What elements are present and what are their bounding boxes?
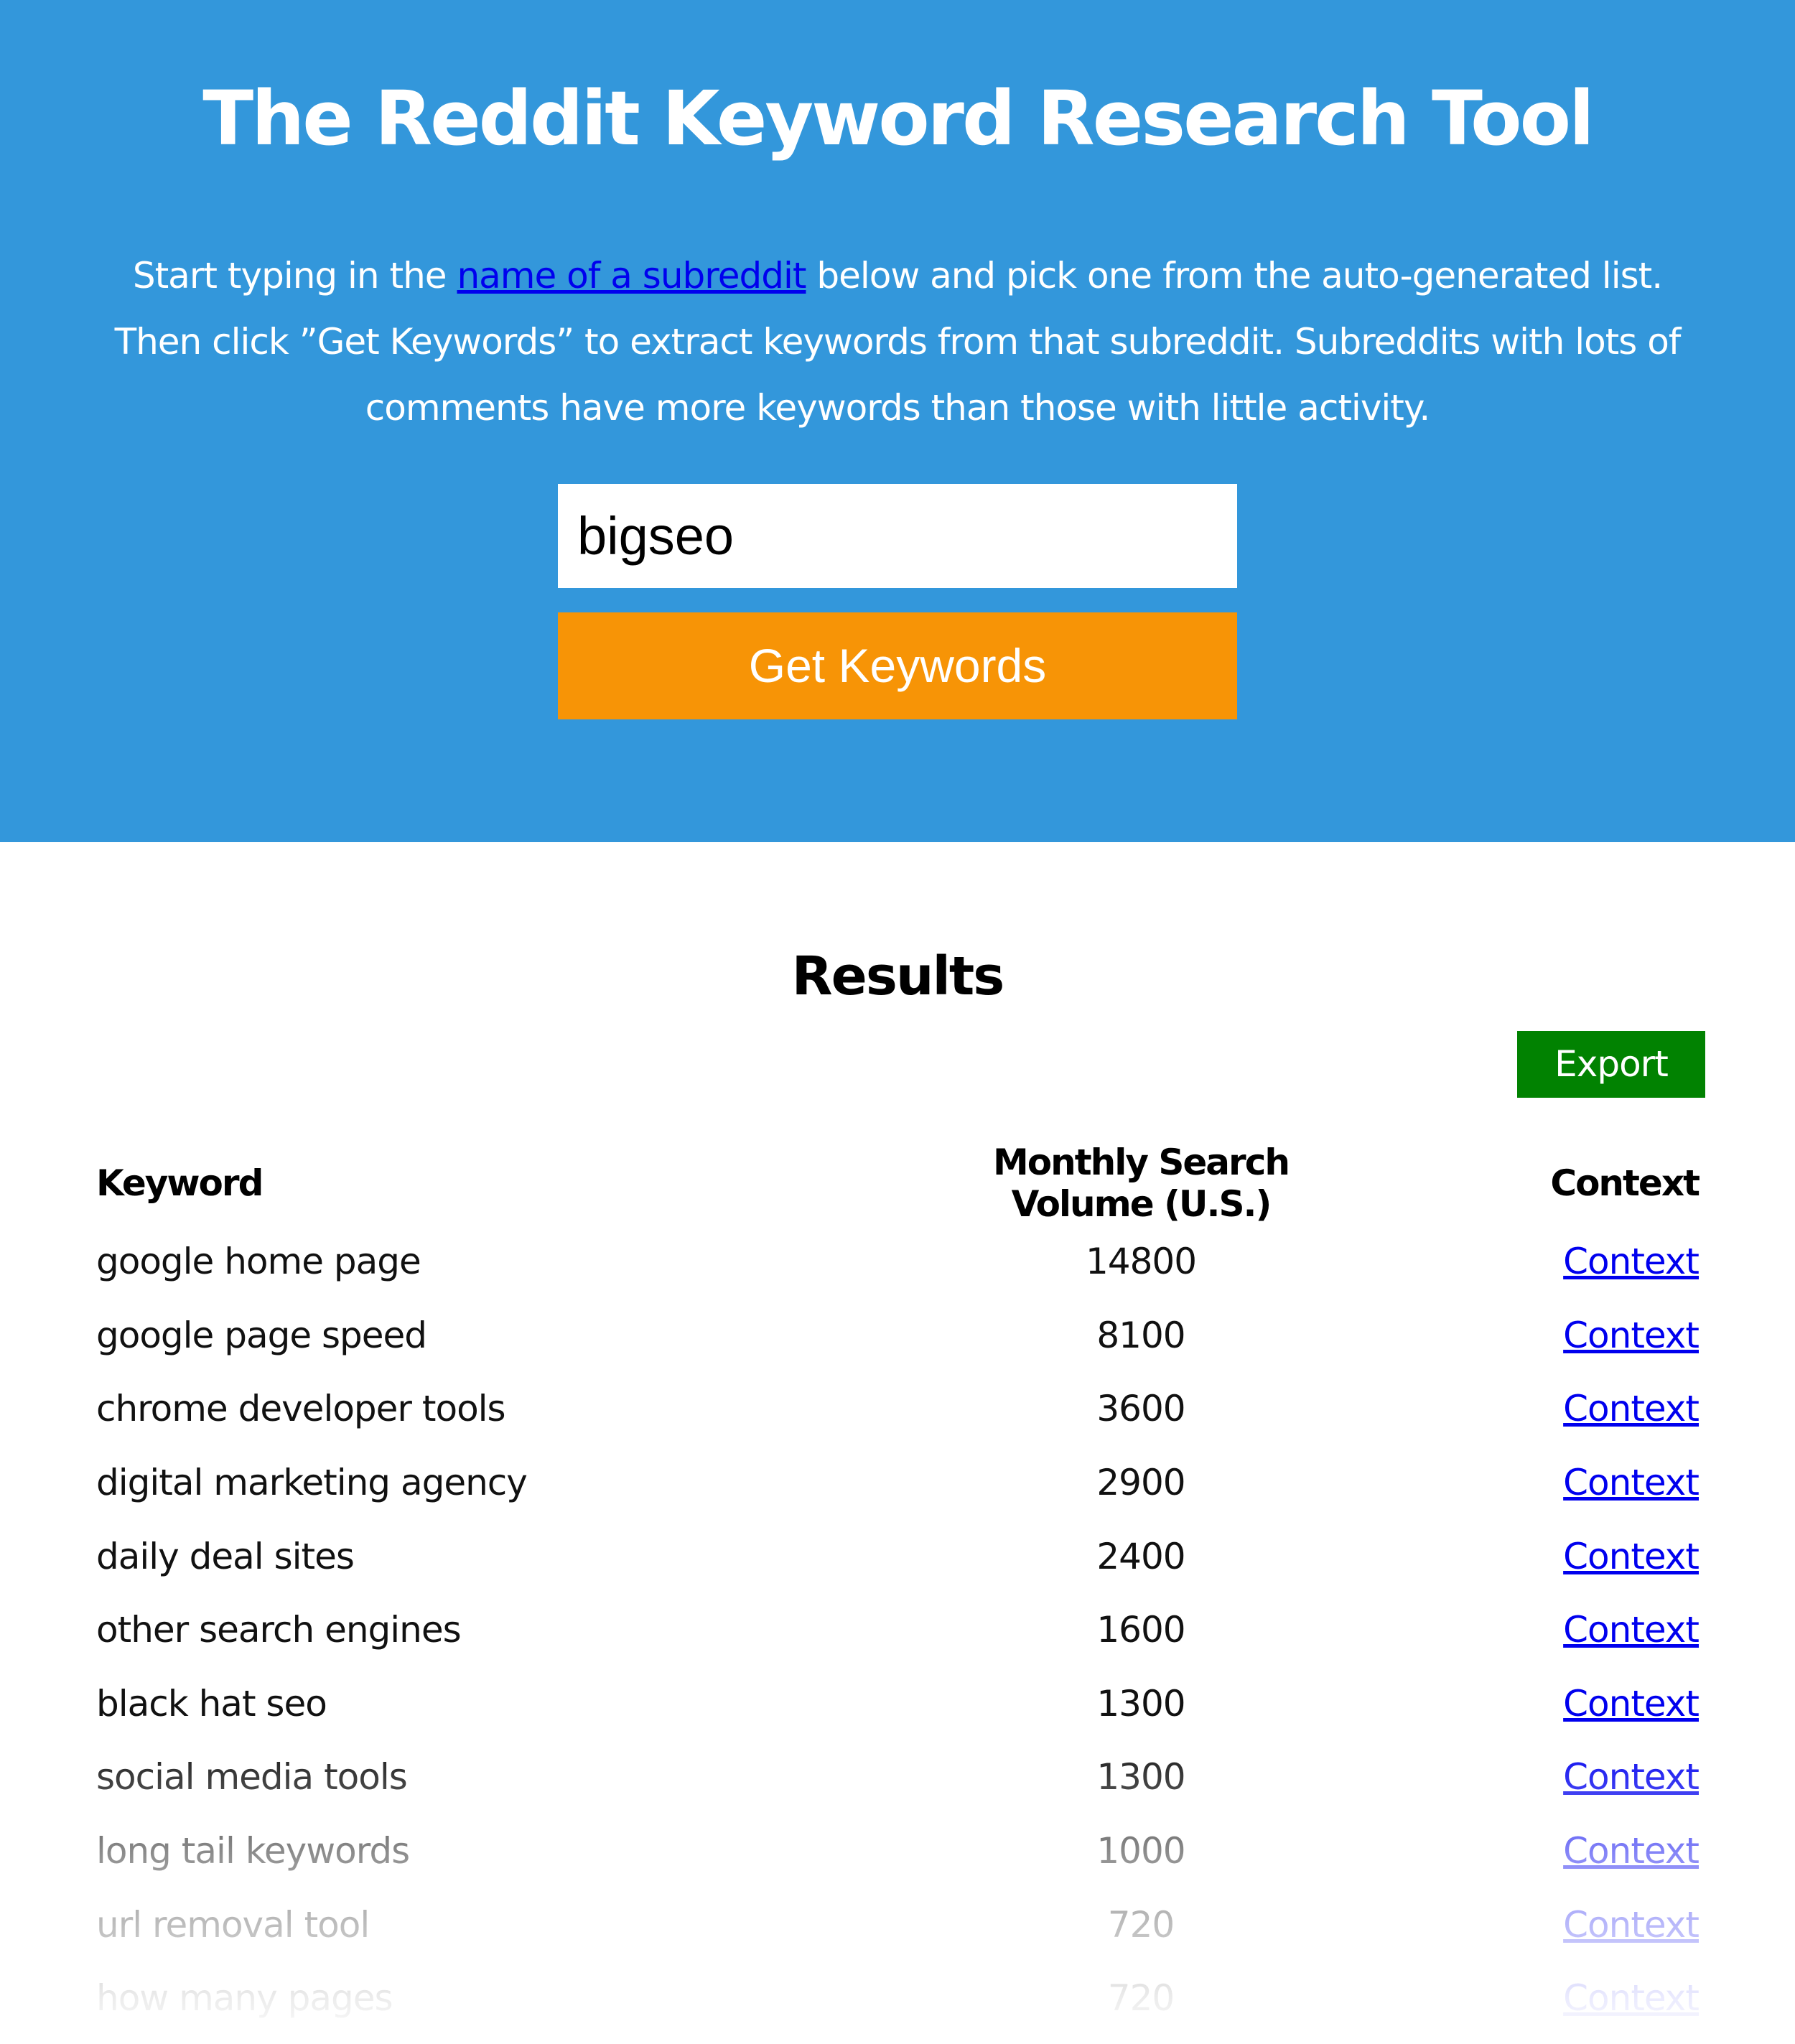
context-cell: Context (1360, 1887, 1700, 1961)
hero-header: The Reddit Keyword Research Tool Start t… (0, 0, 1795, 842)
results-table: Keyword Monthly Search Volume (U.S.) Con… (96, 1142, 1700, 2035)
search-volume-cell: 14800 (1085, 1241, 1197, 1283)
table-row: long tail keywords 1000 Context (96, 1814, 1700, 1888)
keyword-cell: long tail keywords (96, 1830, 410, 1872)
context-cell: Context (1360, 1225, 1700, 1299)
keyword-cell: black hat seo (96, 1682, 327, 1725)
page-title: The Reddit Keyword Research Tool (202, 75, 1594, 162)
table-row: daily deal sites 2400 Context (96, 1519, 1700, 1593)
keyword-cell: google page speed (96, 1314, 427, 1356)
search-volume-cell: 1600 (1096, 1609, 1185, 1651)
context-link[interactable]: Context (1563, 1609, 1700, 1651)
table-row: url removal tool 720 Context (96, 1887, 1700, 1961)
search-volume-cell: 1300 (1096, 1756, 1185, 1798)
intro-text: Start typing in the name of a subreddit … (93, 243, 1702, 441)
column-header-volume: Monthly Search Volume (U.S.) (993, 1142, 1290, 1225)
table-row: google home page 14800 Context (96, 1225, 1700, 1299)
context-link[interactable]: Context (1563, 1462, 1700, 1503)
keyword-cell: chrome developer tools (96, 1388, 506, 1430)
keyword-cell: daily deal sites (96, 1535, 355, 1577)
search-volume-cell: 2400 (1096, 1535, 1185, 1577)
export-button[interactable]: Export (1517, 1031, 1705, 1098)
table-row: google page speed 8100 Context (96, 1299, 1700, 1373)
search-volume-cell: 1300 (1096, 1682, 1185, 1725)
column-header-context: Context (1550, 1162, 1700, 1204)
subreddit-name-link[interactable]: name of a subreddit (457, 255, 806, 297)
search-volume-cell: 8100 (1096, 1314, 1185, 1356)
search-volume-cell: 720 (1107, 1977, 1175, 2020)
table-header-row: Keyword Monthly Search Volume (U.S.) Con… (96, 1142, 1700, 1225)
context-cell: Context (1360, 1961, 1700, 2035)
intro-text-start: Start typing in the (132, 255, 457, 297)
context-link[interactable]: Context (1563, 1388, 1700, 1429)
search-volume-cell: 3600 (1096, 1388, 1185, 1430)
context-cell: Context (1360, 1814, 1700, 1888)
search-volume-cell: 720 (1107, 1903, 1175, 1946)
context-link[interactable]: Context (1563, 1830, 1700, 1872)
context-cell: Context (1360, 1667, 1700, 1741)
context-cell: Context (1360, 1299, 1700, 1373)
table-row: how many pages 720 Context (96, 1961, 1700, 2035)
search-volume-cell: 2900 (1096, 1462, 1185, 1504)
table-row: other search engines 1600 Context (96, 1593, 1700, 1667)
context-cell: Context (1360, 1372, 1700, 1446)
keyword-cell: url removal tool (96, 1903, 370, 1946)
context-link[interactable]: Context (1563, 1977, 1700, 2019)
keyword-cell: google home page (96, 1241, 421, 1283)
keyword-cell: digital marketing agency (96, 1462, 528, 1504)
context-cell: Context (1360, 1593, 1700, 1667)
context-cell: Context (1360, 1740, 1700, 1814)
context-link[interactable]: Context (1563, 1756, 1700, 1798)
context-link[interactable]: Context (1563, 1904, 1700, 1946)
keyword-cell: how many pages (96, 1977, 393, 2020)
keyword-cell: other search engines (96, 1609, 462, 1651)
table-row: black hat seo 1300 Context (96, 1667, 1700, 1741)
column-header-keyword: Keyword (96, 1162, 264, 1204)
context-link[interactable]: Context (1563, 1683, 1700, 1725)
context-cell: Context (1360, 1446, 1700, 1520)
keyword-cell: social media tools (96, 1756, 408, 1798)
results-heading: Results (791, 946, 1005, 1007)
context-link[interactable]: Context (1563, 1315, 1700, 1356)
context-link[interactable]: Context (1563, 1241, 1700, 1282)
get-keywords-button[interactable]: Get Keywords (558, 612, 1237, 719)
subreddit-search-input[interactable] (558, 484, 1237, 588)
table-row: chrome developer tools 3600 Context (96, 1372, 1700, 1446)
search-volume-cell: 1000 (1096, 1830, 1185, 1872)
context-cell: Context (1360, 1519, 1700, 1593)
table-row: digital marketing agency 2900 Context (96, 1446, 1700, 1520)
context-link[interactable]: Context (1563, 1536, 1700, 1577)
table-row: social media tools 1300 Context (96, 1740, 1700, 1814)
